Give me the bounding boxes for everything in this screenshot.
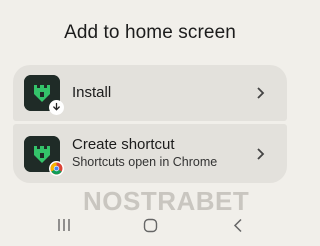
install-label: Install xyxy=(72,84,112,101)
download-arrow-icon xyxy=(49,100,64,115)
app-icon xyxy=(24,135,64,176)
recents-icon[interactable] xyxy=(56,218,72,232)
home-icon[interactable] xyxy=(143,218,158,233)
chrome-icon xyxy=(49,160,64,176)
chevron-right-icon xyxy=(257,87,265,99)
app-icon xyxy=(24,75,64,115)
dialog-title: Add to home screen xyxy=(64,22,236,43)
watermark: NOSTRABET xyxy=(83,186,250,216)
create-shortcut-label: Create shortcut xyxy=(72,136,175,153)
create-shortcut-sublabel: Shortcuts open in Chrome xyxy=(72,155,218,169)
install-option[interactable]: Install xyxy=(13,65,287,121)
create-shortcut-option[interactable]: Create shortcut Shortcuts open in Chrome xyxy=(13,124,287,183)
chevron-right-icon xyxy=(257,147,265,160)
navigation-bar xyxy=(0,214,300,240)
back-icon[interactable] xyxy=(232,218,244,233)
